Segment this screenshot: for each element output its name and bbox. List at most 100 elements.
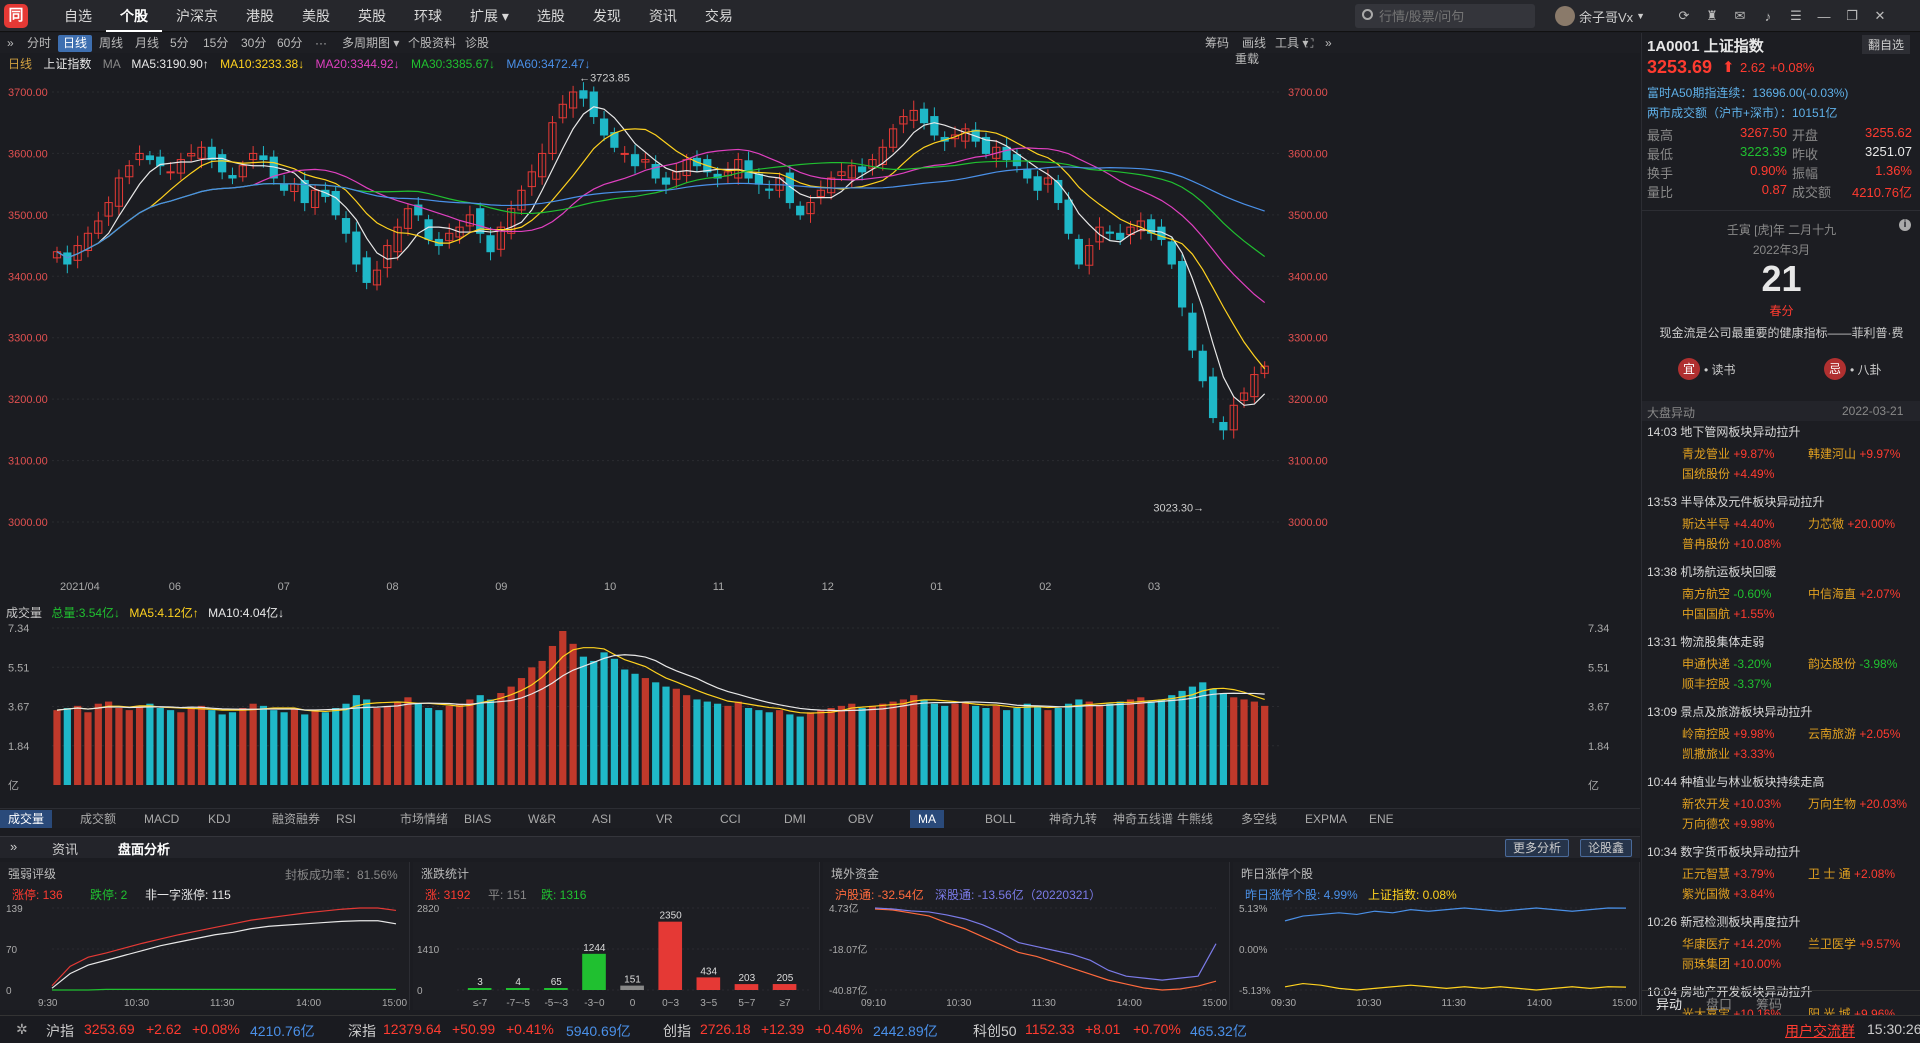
avatar[interactable] bbox=[1555, 6, 1575, 26]
indicator-tab-4[interactable]: 融资融券 bbox=[272, 810, 320, 828]
news-stock[interactable]: 正元智慧 +3.79% bbox=[1682, 864, 1774, 884]
news-headline[interactable]: 10:26 新冠检测板块再度拉升 bbox=[1647, 913, 1917, 930]
news-headline[interactable]: 14:03 地下管网板块异动拉升 bbox=[1647, 423, 1917, 440]
news-item[interactable]: 10:44 种植业与林业板块持续走高 新农开发 +10.03% 万向生物 +20.0… bbox=[1647, 773, 1917, 834]
fullscreen-icon[interactable]: ⛶ bbox=[1300, 35, 1318, 52]
news-stock[interactable]: 丽珠集团 +10.00% bbox=[1682, 954, 1781, 974]
news-stock[interactable]: 南方航空 -0.60% bbox=[1682, 584, 1771, 604]
news-stock-name[interactable]: 青龙管业 bbox=[1682, 447, 1730, 461]
news-stock[interactable]: 中国国航 +1.55% bbox=[1682, 604, 1774, 624]
toolbar-right-0[interactable]: 筹码 bbox=[1200, 35, 1234, 52]
right-tab-2[interactable]: 筹码 bbox=[1756, 994, 1782, 1013]
overlay-tab-2[interactable]: 神奇九转 bbox=[1049, 810, 1097, 828]
gear-icon[interactable]: ✲ bbox=[16, 1021, 28, 1038]
expand-icon[interactable]: » bbox=[1320, 35, 1337, 52]
nav-item-11[interactable]: 交易 bbox=[691, 0, 747, 32]
user-name[interactable]: 余子哥Vx bbox=[1579, 7, 1633, 26]
toolbar-item-10[interactable]: 个股资料 bbox=[403, 35, 461, 52]
news-stock-name[interactable]: 中国国航 bbox=[1682, 607, 1730, 621]
nav-item-9[interactable]: 发现 bbox=[579, 0, 635, 32]
news-headline[interactable]: 10:44 种植业与林业板块持续走高 bbox=[1647, 773, 1917, 790]
news-item[interactable]: 13:09 景点及旅游板块异动拉升 岭南控股 +9.98% 云南旅游 +2.05% 凯… bbox=[1647, 703, 1917, 764]
news-item[interactable]: 14:03 地下管网板块异动拉升 青龙管业 +9.87% 韩建河山 +9.97% 国统… bbox=[1647, 423, 1917, 484]
news-stock-name[interactable]: 中信海直 bbox=[1808, 587, 1856, 601]
refresh-icon[interactable]: ⟳ bbox=[1670, 8, 1698, 24]
news-stock-name[interactable]: 正元智慧 bbox=[1682, 867, 1730, 881]
sh-label[interactable]: 沪指 bbox=[46, 1021, 74, 1041]
nav-item-5[interactable]: 英股 bbox=[344, 0, 400, 32]
news-stock-name[interactable]: 华康医疗 bbox=[1682, 937, 1730, 951]
news-stock[interactable]: 岭南控股 +9.98% bbox=[1682, 724, 1774, 744]
kline-chart[interactable]: 3700.00 3700.00 3600.00 3600.00 3500.00 3500.… bbox=[0, 72, 1640, 592]
indicator-tab-2[interactable]: MACD bbox=[144, 810, 179, 828]
news-stock[interactable]: 斯达半导 +4.40% bbox=[1682, 514, 1774, 534]
toolbar-item-3[interactable]: 月线 bbox=[130, 35, 164, 52]
indicator-tab-1[interactable]: 成交额 bbox=[80, 810, 116, 828]
news-stock-name[interactable]: 力芯微 bbox=[1808, 517, 1844, 531]
news-stock-name[interactable]: 万向生物 bbox=[1808, 797, 1856, 811]
news-stock[interactable]: 万向德农 +9.98% bbox=[1682, 814, 1774, 834]
news-item[interactable]: 10:34 数字货币板块异动拉升 正元智慧 +3.79% 卫 士 通 +2.08% 紫… bbox=[1647, 843, 1917, 904]
minimize-icon[interactable]: — bbox=[1810, 9, 1838, 24]
news-item[interactable]: 13:38 机场航运板块回暖南方航空 -0.60% 中信海直 +2.07% 中国国航… bbox=[1647, 563, 1917, 624]
indicator-tab-5[interactable]: RSI bbox=[336, 810, 356, 828]
toolbar-item-0[interactable]: 分时 bbox=[22, 35, 56, 52]
news-headline[interactable]: 13:09 景点及旅游板块异动拉升 bbox=[1647, 703, 1917, 720]
news-stock-name[interactable]: 国统股份 bbox=[1682, 467, 1730, 481]
nav-item-2[interactable]: 沪深京 bbox=[162, 0, 232, 32]
overlay-tab-1[interactable]: BOLL bbox=[985, 810, 1016, 828]
news-headline[interactable]: 13:31 物流股集体走弱 bbox=[1647, 633, 1917, 650]
news-stock-name[interactable]: 丽珠集团 bbox=[1682, 957, 1730, 971]
discuss-button[interactable]: 论股鑫 bbox=[1580, 839, 1633, 857]
toolbar-item-6[interactable]: 30分 bbox=[236, 35, 271, 52]
cy-label[interactable]: 创指 bbox=[663, 1021, 691, 1041]
indicator-tab-3[interactable]: KDJ bbox=[208, 810, 231, 828]
news-stock[interactable]: 兰卫医学 +9.57% bbox=[1808, 934, 1900, 954]
news-stock[interactable]: 普冉股份 +10.08% bbox=[1682, 534, 1781, 554]
indicator-tab-11[interactable]: CCI bbox=[720, 810, 741, 828]
news-stock-name[interactable]: 韩建河山 bbox=[1808, 447, 1856, 461]
nav-item-3[interactable]: 港股 bbox=[232, 0, 288, 32]
restore-icon[interactable]: ❐ bbox=[1838, 8, 1866, 24]
collapse-icon[interactable]: » bbox=[2, 35, 19, 52]
bell-icon[interactable]: ♪ bbox=[1754, 9, 1782, 24]
news-item[interactable]: 10:26 新冠检测板块再度拉升华康医疗 +14.20% 兰卫医学 +9.57% 丽… bbox=[1647, 913, 1917, 974]
news-stock-name[interactable]: 斯达半导 bbox=[1682, 517, 1730, 531]
news-stock[interactable]: 韵达股份 -3.98% bbox=[1808, 654, 1897, 674]
kc-label[interactable]: 科创50 bbox=[973, 1021, 1017, 1041]
toolbar-item-7[interactable]: 60分 bbox=[272, 35, 307, 52]
news-stock[interactable]: 凯撒旅业 +3.33% bbox=[1682, 744, 1774, 764]
more-analysis-button[interactable]: 更多分析 bbox=[1505, 839, 1570, 857]
chevron-down-icon[interactable]: ▼ bbox=[1636, 11, 1645, 21]
news-stock[interactable]: 国统股份 +4.49% bbox=[1682, 464, 1774, 484]
news-stock[interactable]: 万向生物 +20.03% bbox=[1808, 794, 1907, 814]
right-tab-1[interactable]: 盘口 bbox=[1706, 994, 1732, 1013]
news-headline[interactable]: 13:53 半导体及元件板块异动拉升 bbox=[1647, 493, 1917, 510]
news-stock-name[interactable]: 卫 士 通 bbox=[1808, 867, 1851, 881]
news-stock[interactable]: 申通快递 -3.20% bbox=[1682, 654, 1771, 674]
news-item[interactable]: 13:53 半导体及元件板块异动拉升斯达半导 +4.40% 力芯微 +20.00%… bbox=[1647, 493, 1917, 554]
tab-news[interactable]: 资讯 bbox=[52, 839, 78, 858]
add-favorite-button[interactable]: 翻自选 bbox=[1862, 35, 1911, 54]
nav-item-0[interactable]: 自选 bbox=[50, 0, 106, 32]
mail-icon[interactable]: ✉ bbox=[1726, 8, 1754, 24]
toolbar-right-1[interactable]: 画线 bbox=[1237, 35, 1271, 52]
news-stock[interactable]: 中信海直 +2.07% bbox=[1808, 584, 1900, 604]
right-tab-0[interactable]: 异动 bbox=[1656, 994, 1682, 1013]
toolbar-item-5[interactable]: 15分 bbox=[198, 35, 233, 52]
news-stock-name[interactable]: 凯撒旅业 bbox=[1682, 747, 1730, 761]
collapse-panel-icon[interactable]: » bbox=[10, 839, 17, 854]
news-stock-name[interactable]: 云南旅游 bbox=[1808, 727, 1856, 741]
news-stock-name[interactable]: 普冉股份 bbox=[1682, 537, 1730, 551]
news-stock[interactable]: 卫 士 通 +2.08% bbox=[1808, 864, 1895, 884]
tab-market-analysis[interactable]: 盘面分析 bbox=[118, 839, 170, 858]
news-stock[interactable]: 华康医疗 +14.20% bbox=[1682, 934, 1781, 954]
indicator-tab-0[interactable]: 成交量 bbox=[0, 810, 53, 828]
indicator-tab-13[interactable]: OBV bbox=[848, 810, 873, 828]
toolbar-item-11[interactable]: 诊股 bbox=[460, 35, 494, 52]
user-area[interactable]: 余子哥Vx ▼ bbox=[1555, 4, 1645, 28]
news-stock-name[interactable]: 顺丰控股 bbox=[1682, 677, 1730, 691]
search-box[interactable] bbox=[1355, 4, 1535, 28]
news-stock[interactable]: 力芯微 +20.00% bbox=[1808, 514, 1895, 534]
news-headline[interactable]: 13:38 机场航运板块回暖 bbox=[1647, 563, 1917, 580]
